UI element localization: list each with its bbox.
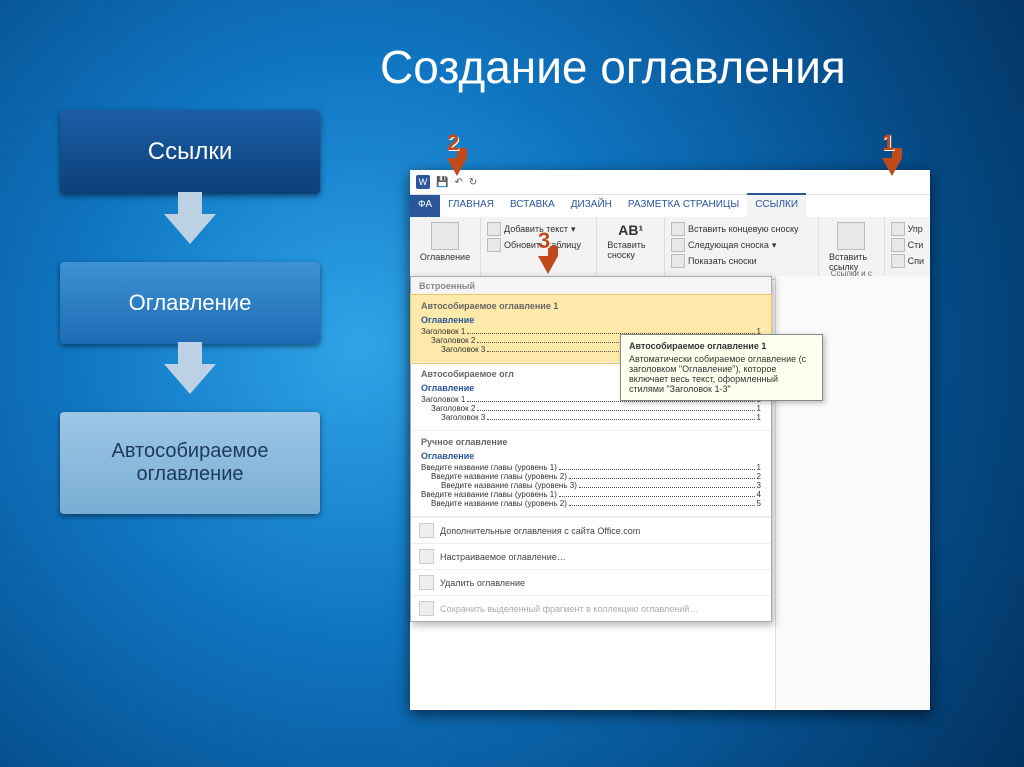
save-gallery-icon (419, 601, 434, 616)
arrow-down-icon (538, 256, 558, 274)
custom-icon (419, 549, 434, 564)
toc-button-label: Оглавление (420, 252, 470, 262)
insert-footnote-label: Вставить сноску (607, 240, 654, 260)
arrow-down-icon (164, 364, 216, 394)
endnote-icon (671, 222, 685, 236)
style-icon (891, 238, 905, 252)
add-text-icon (487, 222, 501, 236)
insert-endnote-button[interactable]: Вставить концевую сноску (671, 222, 812, 236)
gallery-more-office[interactable]: Дополнительные оглавления с сайта Office… (411, 517, 771, 543)
undo-icon[interactable]: ↶ (454, 177, 462, 188)
office-icon (419, 523, 434, 538)
slide: Создание оглавления Ссылки Оглавление Ав… (0, 0, 1024, 767)
gallery-section-builtin: Встроенный (411, 277, 771, 295)
arrow-down-icon (882, 158, 902, 176)
ab-icon: AB¹ (618, 222, 643, 238)
remove-icon (419, 575, 434, 590)
flow-box-auto-toc: Автособираемое оглавление (60, 412, 320, 514)
ribbon-tabs: ФА ГЛАВНАЯ ВСТАВКА ДИЗАЙН РАЗМЕТКА СТРАН… (410, 195, 930, 217)
word-app-screenshot: W 💾 ↶ ↻ ФА ГЛАВНАЯ ВСТАВКА ДИЗАЙН РАЗМЕТ… (410, 170, 930, 710)
gallery-custom-toc[interactable]: Настраиваемое оглавление… (411, 543, 771, 569)
insert-link-button[interactable]: Вставить ссылку (825, 220, 878, 274)
insert-footnote-button[interactable]: AB¹ Вставить сноску (603, 220, 658, 262)
ribbon-group-footnote-tools: Вставить концевую сноску Следующая сноск… (665, 217, 819, 279)
toc-icon (431, 222, 459, 250)
callout-1: 1 (882, 130, 902, 176)
tab-insert[interactable]: ВСТАВКА (502, 195, 563, 217)
gallery-item-manual[interactable]: Ручное оглавление Оглавление Введите наз… (411, 431, 771, 517)
manage-sources-button[interactable]: Упр (891, 222, 924, 236)
tooltip-body: Автоматически собираемое оглавление (с з… (629, 354, 814, 394)
toc-gallery-dropdown: Встроенный Автособираемое оглавление 1 О… (410, 276, 772, 622)
flow-diagram: Ссылки Оглавление Автособираемое оглавле… (60, 110, 320, 514)
show-notes-button[interactable]: Показать сноски (671, 254, 812, 268)
tab-references[interactable]: ССЫЛКИ (747, 193, 806, 217)
ribbon-group-toc: Оглавление (410, 217, 481, 279)
flow-box-toc: Оглавление (60, 262, 320, 344)
callout-3: 3 (538, 228, 558, 274)
gallery-remove-toc[interactable]: Удалить оглавление (411, 569, 771, 595)
ribbon-group-footnote: AB¹ Вставить сноску (597, 217, 665, 279)
save-icon[interactable]: 💾 (436, 177, 448, 188)
arrow-down-icon (164, 214, 216, 244)
tab-file[interactable]: ФА (410, 195, 440, 217)
gallery-save-selection: Сохранить выделенный фрагмент в коллекци… (411, 595, 771, 621)
quick-access-toolbar: W 💾 ↶ ↻ (410, 170, 930, 195)
show-icon (671, 254, 685, 268)
arrow-down-icon (447, 158, 467, 176)
ribbon: Оглавление Добавить текст ▾ Обновить таб… (410, 217, 930, 280)
flow-box-links: Ссылки (60, 110, 320, 194)
ribbon-group-biblio: Упр Сти Спи (885, 217, 930, 279)
toc-button[interactable]: Оглавление (416, 220, 474, 264)
manage-icon (891, 222, 905, 236)
callout-2: 2 (447, 130, 467, 176)
tooltip: Автособираемое оглавление 1 Автоматическ… (620, 334, 823, 401)
redo-icon[interactable]: ↻ (469, 177, 477, 188)
link-icon (837, 222, 865, 250)
bibliography-button[interactable]: Спи (891, 254, 924, 268)
tab-layout[interactable]: РАЗМЕТКА СТРАНИЦЫ (620, 195, 747, 217)
next-footnote-button[interactable]: Следующая сноска ▾ (671, 238, 812, 252)
slide-title: Создание оглавления (380, 40, 846, 94)
tab-home[interactable]: ГЛАВНАЯ (440, 195, 502, 217)
ribbon-group-citation: Вставить ссылку Ссылки и с (819, 217, 885, 279)
style-button[interactable]: Сти (891, 238, 924, 252)
next-icon (671, 238, 685, 252)
list-icon (891, 254, 905, 268)
tab-design[interactable]: ДИЗАЙН (563, 195, 620, 217)
tooltip-title: Автособираемое оглавление 1 (629, 341, 814, 351)
refresh-icon (487, 238, 501, 252)
word-icon: W (416, 175, 430, 189)
